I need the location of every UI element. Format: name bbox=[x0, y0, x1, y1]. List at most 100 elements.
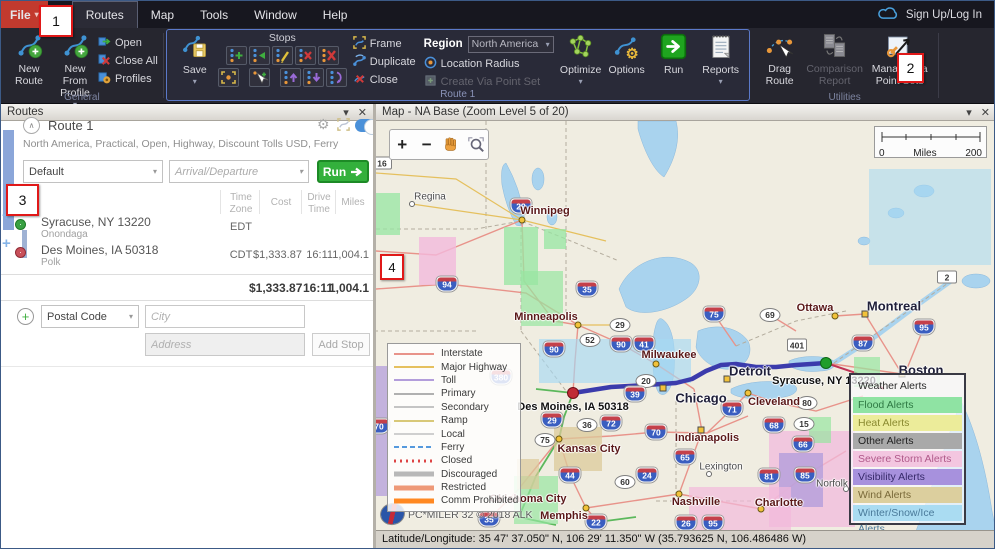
highway-shield: 87 bbox=[853, 336, 874, 351]
region-select[interactable]: North America▾ bbox=[468, 36, 554, 53]
highway-shield: 36 bbox=[577, 418, 598, 432]
road-legend: InterstateMajor HighwayTollPrimarySecond… bbox=[387, 343, 521, 512]
stop-frame-button[interactable] bbox=[218, 68, 239, 87]
collapse-icon[interactable]: ▾ bbox=[966, 106, 972, 119]
tab-map[interactable]: Map bbox=[138, 1, 187, 28]
add-stop-button[interactable]: Add Stop bbox=[312, 333, 370, 356]
destination-stop-icon[interactable] bbox=[16, 248, 25, 257]
scale-ruler bbox=[879, 131, 983, 143]
address-field[interactable] bbox=[145, 333, 305, 356]
comparison-report-button[interactable]: Comparison Report bbox=[803, 30, 867, 87]
stop-name[interactable]: Des Moines, IA 50318 bbox=[41, 243, 158, 257]
tab-window[interactable]: Window bbox=[241, 1, 310, 28]
region-label: Region bbox=[424, 38, 463, 50]
stop-name[interactable]: Syracuse, NY 13220 bbox=[41, 215, 151, 229]
close-icon[interactable]: ✕ bbox=[981, 106, 990, 119]
highway-shield: 72 bbox=[601, 416, 622, 431]
highway-shield: 29 bbox=[610, 318, 631, 332]
location-radius-button[interactable]: Location Radius bbox=[424, 56, 554, 71]
stop-miles: 1,004.1 bbox=[331, 249, 369, 261]
menu-bar: File▾ Routes Map Tools Window Help Sign … bbox=[1, 1, 994, 28]
highway-shield: 66 bbox=[793, 437, 814, 452]
frame-button[interactable]: Frame bbox=[353, 36, 416, 51]
stop-reverse-button[interactable] bbox=[326, 68, 347, 87]
stop-insert-button[interactable] bbox=[249, 46, 270, 65]
weather-alerts-legend: Weather Alerts Flood AlertsHeat AlertsOt… bbox=[849, 373, 966, 525]
save-button[interactable]: Save▾ bbox=[172, 31, 218, 86]
stop-edit-button[interactable] bbox=[272, 46, 293, 65]
stop-add-button[interactable] bbox=[226, 46, 247, 65]
route-settings-gear-icon[interactable]: ⚙ bbox=[317, 116, 330, 133]
stop-delete-all-button[interactable] bbox=[318, 46, 339, 65]
location-radius-icon bbox=[424, 56, 437, 72]
add-stop-plus-icon[interactable]: + bbox=[17, 308, 34, 325]
reports-button[interactable]: Reports▾ bbox=[698, 31, 744, 86]
city-field[interactable] bbox=[145, 305, 305, 328]
road-legend-item: Closed bbox=[388, 454, 520, 467]
signup-login-button[interactable]: Sign Up/Log In bbox=[878, 1, 994, 28]
scale-end: 200 bbox=[965, 148, 982, 159]
map-city-label: Montreal bbox=[867, 299, 921, 314]
highway-shield: 2 bbox=[937, 271, 957, 284]
chevron-down-icon: ▾ bbox=[719, 77, 723, 86]
collapse-icon[interactable]: ▾ bbox=[343, 106, 349, 119]
highway-shield: 15 bbox=[794, 417, 815, 431]
zoom-box-icon[interactable] bbox=[466, 134, 486, 156]
route-subtitle: North America, Practical, Open, Highway,… bbox=[23, 138, 338, 150]
stop-delete-button[interactable] bbox=[295, 46, 316, 65]
close-icon[interactable]: ✕ bbox=[358, 106, 367, 119]
new-route-button[interactable]: New Route bbox=[6, 30, 52, 87]
map-city-dot bbox=[519, 217, 526, 224]
create-via-point-set-button[interactable]: Create Via Point Set bbox=[424, 74, 554, 89]
stop-pick-button[interactable] bbox=[249, 68, 270, 87]
destination-map-marker[interactable] bbox=[568, 388, 578, 398]
profiles-gear-icon bbox=[98, 71, 111, 87]
route-run-button[interactable]: Run bbox=[317, 160, 369, 183]
cloud-icon bbox=[878, 6, 900, 23]
tab-help[interactable]: Help bbox=[310, 1, 361, 28]
run-button[interactable]: Run bbox=[651, 31, 697, 76]
stop-move-down-button[interactable] bbox=[303, 68, 324, 87]
insert-stop-between-button[interactable]: + bbox=[2, 235, 11, 252]
map-canvas[interactable]: 1629943529905290413802039293672707544602… bbox=[376, 121, 995, 530]
road-legend-item: Comm Prohibited bbox=[388, 494, 520, 507]
column-header-drive-time: Drive Time bbox=[303, 192, 335, 215]
column-header-miles: Miles bbox=[337, 197, 369, 209]
app-window: File▾ Routes Map Tools Window Help Sign … bbox=[0, 0, 995, 549]
close-route-button[interactable]: Close bbox=[353, 72, 416, 87]
drag-route-button[interactable]: Drag Route bbox=[757, 30, 803, 87]
scale-start: 0 bbox=[879, 148, 885, 159]
annotation-callout-1: 1 bbox=[39, 5, 73, 37]
zoom-out-button[interactable]: − bbox=[417, 134, 437, 156]
profiles-button[interactable]: Profiles bbox=[98, 71, 158, 86]
map-city-dot bbox=[653, 361, 660, 368]
map-city-label: Detroit bbox=[729, 364, 771, 379]
annotation-callout-2: 2 bbox=[897, 53, 924, 83]
highway-shield: 24 bbox=[637, 468, 658, 483]
zoom-in-button[interactable]: + bbox=[392, 134, 412, 156]
arrival-departure-select[interactable]: Arrival/Departure▾ bbox=[169, 160, 309, 183]
tab-routes[interactable]: Routes bbox=[72, 1, 138, 28]
map-city-label: Winnipeg bbox=[520, 205, 569, 217]
tab-tools[interactable]: Tools bbox=[187, 1, 241, 28]
highway-shield: 69 bbox=[760, 308, 781, 322]
open-button[interactable]: Open bbox=[98, 35, 158, 50]
route-frame-icon[interactable] bbox=[337, 118, 350, 136]
road-legend-item: Local bbox=[388, 427, 520, 440]
origin-stop-icon[interactable] bbox=[16, 220, 25, 229]
optimize-button[interactable]: Optimize▾ bbox=[558, 31, 604, 86]
alert-legend-item: Visibility Alerts bbox=[853, 469, 962, 485]
options-button[interactable]: ⚙ Options bbox=[604, 31, 650, 76]
duplicate-button[interactable]: Duplicate bbox=[353, 54, 416, 69]
pan-hand-icon[interactable] bbox=[441, 134, 461, 156]
weather-alerts-header: Weather Alerts bbox=[853, 377, 962, 395]
close-all-button[interactable]: Close All bbox=[98, 53, 158, 68]
route-collapse-button[interactable]: ∧ bbox=[23, 117, 40, 134]
highway-shield: 68 bbox=[764, 418, 785, 433]
stop-type-select[interactable]: Postal Code▾ bbox=[41, 305, 139, 328]
origin-map-marker[interactable] bbox=[821, 358, 831, 368]
stop-move-up-button[interactable] bbox=[280, 68, 301, 87]
highway-shield: 70 bbox=[646, 425, 667, 440]
map-city-label: Chicago bbox=[675, 391, 726, 406]
profile-select[interactable]: Default▾ bbox=[23, 160, 163, 183]
